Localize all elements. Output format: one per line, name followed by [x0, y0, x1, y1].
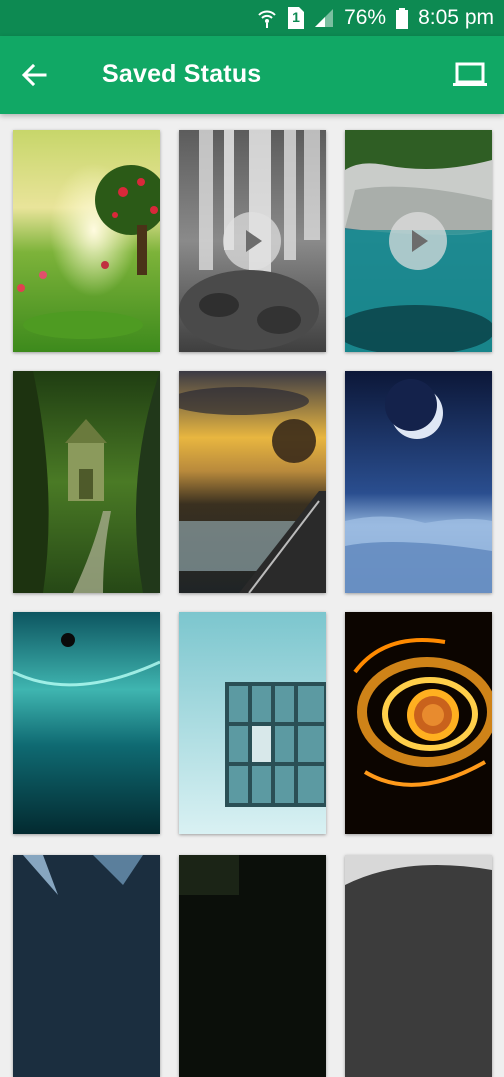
- battery-icon: [396, 7, 409, 29]
- status-thumbnail[interactable]: [345, 371, 492, 593]
- signal-icon: [314, 8, 334, 28]
- forest-tree-house-image: [13, 371, 160, 593]
- status-thumbnail[interactable]: [13, 371, 160, 593]
- status-thumbnail[interactable]: [13, 130, 160, 352]
- cube-3d-image: [179, 612, 326, 834]
- sim-label: 1: [292, 9, 300, 25]
- status-thumbnail[interactable]: [13, 855, 160, 1077]
- laptop-button[interactable]: [452, 58, 488, 92]
- battery-percent: 76%: [344, 6, 387, 29]
- page-title: Saved Status: [102, 60, 262, 88]
- status-thumbnail[interactable]: [179, 130, 326, 352]
- clock-time: 8:05 pm: [418, 6, 494, 29]
- app-bar: Saved Status: [0, 36, 504, 114]
- status-thumbnail[interactable]: [179, 371, 326, 593]
- status-thumbnail[interactable]: [345, 855, 492, 1077]
- fantasy-tree-meadow-image: [13, 130, 160, 352]
- teal-space-planet-image: [13, 612, 160, 834]
- status-thumbnail[interactable]: [179, 855, 326, 1077]
- play-icon: [389, 212, 447, 270]
- status-thumbnail[interactable]: [345, 612, 492, 834]
- laptop-icon: [453, 62, 487, 86]
- status-thumbnail[interactable]: [13, 612, 160, 834]
- crescent-moon-snow-image: [345, 371, 492, 593]
- partial-dark-image: [179, 855, 326, 1077]
- sim-icon: 1: [288, 7, 305, 29]
- status-bar: 1 76% 8:05 pm: [0, 0, 504, 36]
- back-button[interactable]: [18, 59, 50, 91]
- status-thumbnail[interactable]: [345, 130, 492, 352]
- partial-dark-blue-image: [13, 855, 160, 1077]
- fire-eye-swirl-image: [345, 612, 492, 834]
- sunset-bridge-river-image: [179, 371, 326, 593]
- arrow-left-icon: [21, 63, 47, 87]
- status-thumbnail[interactable]: [179, 612, 326, 834]
- play-icon: [223, 212, 281, 270]
- wifi-hotspot-icon: [256, 7, 278, 29]
- partial-gray-image: [345, 855, 492, 1077]
